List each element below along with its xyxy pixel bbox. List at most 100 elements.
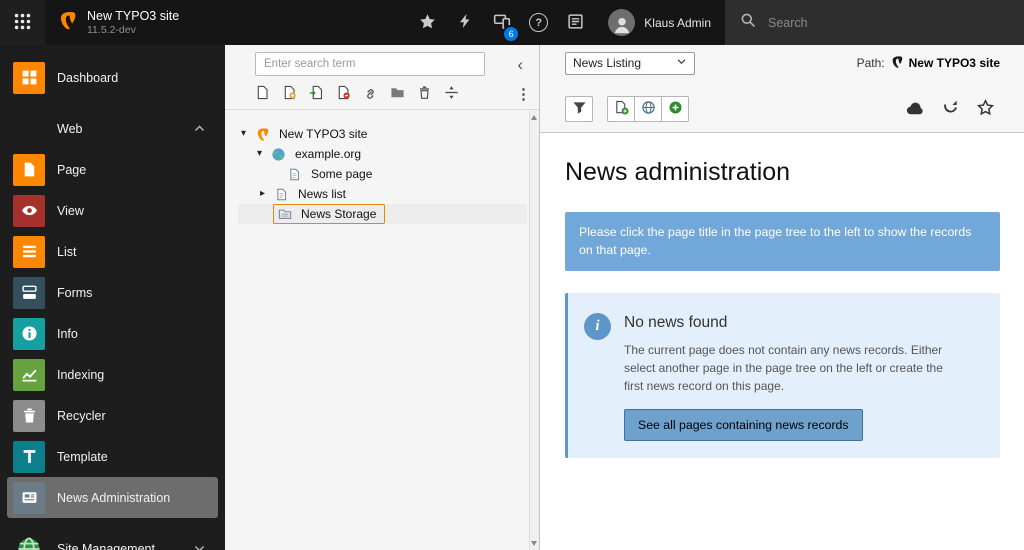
sidebar-item-dashboard[interactable]: Dashboard bbox=[7, 57, 218, 98]
sidebar-item-indexing[interactable]: Indexing bbox=[7, 354, 218, 395]
filter-button[interactable] bbox=[565, 96, 593, 122]
filter-icon bbox=[572, 100, 587, 118]
sidebar-item-view[interactable]: View bbox=[7, 190, 218, 231]
system-information-button[interactable] bbox=[557, 0, 594, 45]
template-module-icon bbox=[13, 441, 45, 473]
sidebar-item-info[interactable]: Info bbox=[7, 313, 218, 354]
star-icon bbox=[419, 13, 436, 33]
page-module-icon bbox=[13, 154, 45, 186]
sidebar-section-label: Site Management bbox=[57, 542, 155, 550]
add-icon bbox=[668, 100, 683, 118]
tree-node-news-list[interactable]: ▸ News list bbox=[225, 184, 539, 204]
sidebar-item-page[interactable]: Page bbox=[7, 149, 218, 190]
tree-more-options-button[interactable]: ⋮ bbox=[516, 85, 531, 103]
caret-down-icon[interactable]: ▾ bbox=[241, 129, 254, 139]
new-page-alt-button[interactable] bbox=[282, 85, 297, 103]
tree-node-label[interactable]: News Storage bbox=[297, 206, 380, 222]
paste-page-icon bbox=[309, 85, 324, 103]
sidebar-section-web[interactable]: Web bbox=[7, 108, 218, 149]
info-message-box: Please click the page title in the page … bbox=[565, 212, 1000, 271]
sidebar-item-label: Info bbox=[57, 327, 78, 341]
log-icon bbox=[567, 13, 584, 33]
sidebar-item-list[interactable]: List bbox=[7, 231, 218, 272]
help-button[interactable]: ? bbox=[520, 0, 557, 45]
bookmark-star-icon bbox=[977, 99, 994, 119]
chevron-down-icon bbox=[676, 56, 687, 70]
list-module-icon bbox=[13, 236, 45, 268]
scroll-up-icon[interactable] bbox=[531, 115, 537, 120]
sidebar-section-label: Web bbox=[57, 122, 82, 136]
tree-scrollbar[interactable] bbox=[529, 111, 539, 550]
user-menu-button[interactable]: Klaus Admin bbox=[594, 0, 725, 45]
collapse-levels-icon bbox=[444, 85, 459, 103]
collapse-levels-button[interactable] bbox=[444, 85, 459, 103]
tree-node-label[interactable]: Some page bbox=[307, 166, 376, 182]
tree-node-news-storage[interactable]: News Storage bbox=[238, 204, 527, 224]
sidebar-item-news-administration[interactable]: News Administration bbox=[7, 477, 218, 518]
sidebar-item-label: Recycler bbox=[57, 409, 106, 423]
news-administration-module: News Listing Path: New TYPO3 site bbox=[540, 45, 1024, 550]
typo3-version: 11.5.2-dev bbox=[87, 24, 179, 38]
view-mode-select[interactable]: News Listing bbox=[565, 52, 695, 75]
module-body: News administration Please click the pag… bbox=[540, 158, 1024, 458]
trash-button[interactable] bbox=[417, 85, 432, 103]
avatar bbox=[608, 9, 635, 36]
web-section-icon bbox=[13, 113, 45, 145]
see-all-pages-button[interactable]: See all pages containing news records bbox=[624, 409, 863, 441]
sidebar-section-site-management[interactable]: Site Management bbox=[7, 528, 218, 550]
globe-icon bbox=[270, 146, 286, 162]
dashboard-icon bbox=[13, 62, 45, 94]
sidebar-item-label: Template bbox=[57, 450, 108, 464]
bookmark-button[interactable] bbox=[970, 96, 1000, 122]
more-options-icon: ⋮ bbox=[516, 85, 531, 103]
caret-right-icon[interactable]: ▸ bbox=[260, 189, 273, 199]
clear-cache-button[interactable] bbox=[446, 0, 483, 45]
bookmarks-button[interactable] bbox=[409, 0, 446, 45]
search-input[interactable] bbox=[766, 15, 980, 31]
tree-node-some-page[interactable]: Some page bbox=[225, 164, 539, 184]
tree-node-root[interactable]: ▾ New TYPO3 site bbox=[225, 124, 539, 144]
add-button[interactable] bbox=[661, 96, 689, 122]
link-icon bbox=[363, 85, 378, 103]
help-icon: ? bbox=[529, 13, 548, 32]
globe-icon bbox=[641, 100, 656, 118]
clear-cache-page-button[interactable] bbox=[900, 96, 930, 122]
new-page-button[interactable] bbox=[255, 85, 270, 103]
collapse-panel-button[interactable]: ‹ bbox=[509, 56, 531, 73]
breadcrumb: Path: New TYPO3 site bbox=[857, 55, 1000, 72]
modulemenu-toggle-button[interactable] bbox=[0, 0, 45, 45]
tree-search-input[interactable] bbox=[255, 52, 485, 76]
new-record-button[interactable] bbox=[607, 96, 635, 122]
chevron-down-icon bbox=[193, 542, 212, 550]
paste-page-button[interactable] bbox=[309, 85, 324, 103]
tree-toolbar: ‹ bbox=[225, 45, 539, 110]
typo3-logo-icon bbox=[254, 126, 270, 142]
sidebar-item-label: News Administration bbox=[57, 491, 170, 505]
tree-node-label[interactable]: News list bbox=[294, 186, 350, 202]
trash-icon bbox=[13, 400, 45, 432]
sidebar-item-template[interactable]: Template bbox=[7, 436, 218, 477]
translation-button[interactable] bbox=[634, 96, 662, 122]
tree-node-label[interactable]: New TYPO3 site bbox=[275, 126, 371, 142]
delete-page-button[interactable] bbox=[336, 85, 351, 103]
link-button[interactable] bbox=[363, 85, 378, 103]
opened-documents-button[interactable]: 6 bbox=[483, 0, 520, 45]
caret-down-icon[interactable]: ▾ bbox=[257, 149, 270, 159]
tree-node-label[interactable]: example.org bbox=[291, 146, 365, 162]
site-brand[interactable]: New TYPO3 site 11.5.2-dev bbox=[45, 0, 191, 45]
reload-icon bbox=[942, 99, 959, 119]
sidebar-item-label: Page bbox=[57, 163, 86, 177]
tree-node-site[interactable]: ▾ example.org bbox=[225, 144, 539, 164]
eye-icon bbox=[13, 195, 45, 227]
folder-button[interactable] bbox=[390, 85, 405, 103]
sidebar-item-label: View bbox=[57, 204, 84, 218]
selected-node-box[interactable]: News Storage bbox=[273, 204, 385, 224]
typo3-logo-icon bbox=[890, 55, 904, 72]
sidebar-item-label: Forms bbox=[57, 286, 92, 300]
sidebar-item-label: Indexing bbox=[57, 368, 104, 382]
scroll-down-icon[interactable] bbox=[531, 541, 537, 546]
newspaper-icon bbox=[13, 482, 45, 514]
reload-button[interactable] bbox=[935, 96, 965, 122]
sidebar-item-forms[interactable]: Forms bbox=[7, 272, 218, 313]
sidebar-item-recycler[interactable]: Recycler bbox=[7, 395, 218, 436]
